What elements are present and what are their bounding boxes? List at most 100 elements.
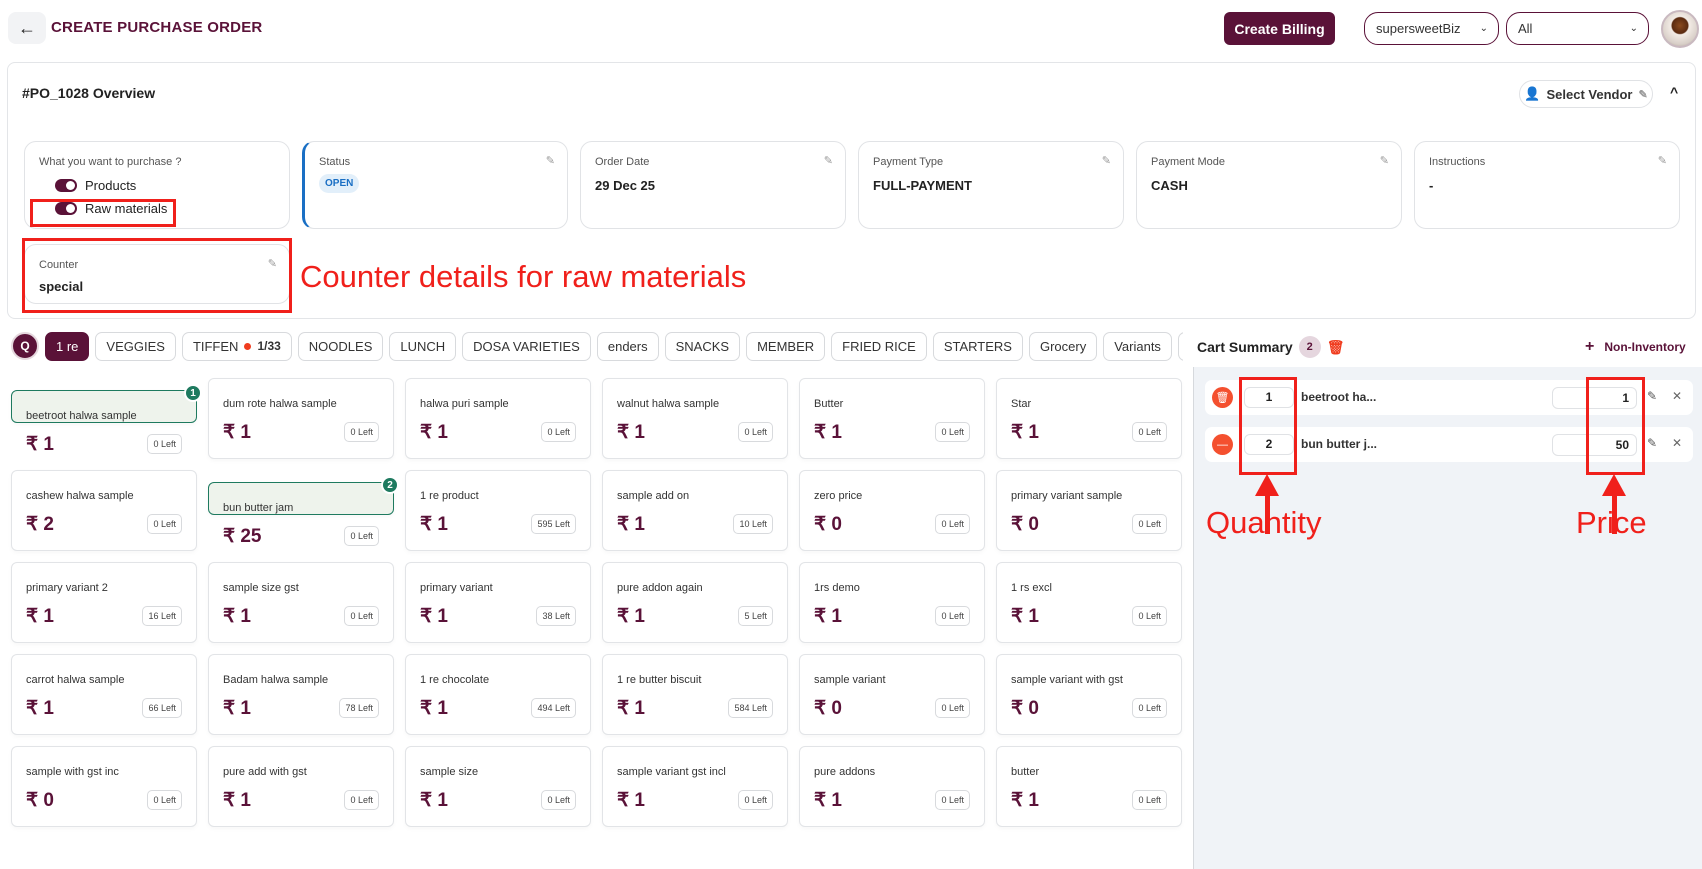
product-card[interactable]: primary variant 2 ₹ 1 16 Left	[11, 562, 197, 643]
annotation-quantity-text: Quantity	[1206, 505, 1322, 540]
category-chip[interactable]: Grocery	[1028, 331, 1098, 361]
product-card[interactable]: sample variant gst incl ₹ 1 0 Left	[602, 746, 788, 827]
edit-icon[interactable]: ✎	[1102, 154, 1111, 167]
stock-left-badge: 10 Left	[733, 514, 773, 534]
product-price: ₹ 1	[617, 606, 645, 627]
category-chip-tiffen[interactable]: TIFFEN 1/33	[181, 331, 292, 361]
product-card[interactable]: beetroot halwa sample ₹ 1 0 Left 1	[11, 384, 202, 455]
product-card[interactable]: Star ₹ 1 0 Left	[996, 378, 1182, 459]
instructions-card[interactable]: Instructions - ✎	[1414, 141, 1680, 229]
minus-icon[interactable]: —	[1212, 434, 1233, 455]
product-name: beetroot halwa sample	[26, 410, 137, 422]
category-chip[interactable]: NOODLES	[297, 331, 384, 361]
user-icon: 👤	[1524, 86, 1541, 101]
category-chip[interactable]: SNACKS	[664, 331, 741, 361]
toggle-products[interactable]: Products	[55, 178, 275, 193]
order-date-card[interactable]: Order Date 29 Dec 25 ✎	[580, 141, 846, 229]
annotation-box-price	[1586, 377, 1645, 475]
category-chip[interactable]: STARTERS	[932, 331, 1023, 361]
edit-icon[interactable]: ✎	[1380, 154, 1389, 167]
product-card[interactable]: carrot halwa sample ₹ 1 66 Left	[11, 654, 197, 735]
select-vendor-button[interactable]: 👤 Select Vendor ✎	[1519, 80, 1653, 108]
business-select[interactable]: supersweetBiz ⌄	[1364, 12, 1499, 45]
product-card[interactable]: 1 rs excl ₹ 1 0 Left	[996, 562, 1182, 643]
product-price: ₹ 1	[617, 514, 645, 535]
trash-icon[interactable]: 🗑	[1327, 339, 1345, 356]
stock-left-badge: 0 Left	[344, 606, 379, 626]
edit-icon[interactable]: ✎	[1647, 436, 1657, 450]
delete-icon[interactable]: 🗑	[1212, 387, 1233, 408]
product-card[interactable]: 1 re butter biscuit ₹ 1 584 Left	[602, 654, 788, 735]
product-card[interactable]: pure addons ₹ 1 0 Left	[799, 746, 985, 827]
close-icon[interactable]: ✕	[1672, 436, 1682, 450]
product-card[interactable]: 1 re product ₹ 1 595 Left	[405, 470, 591, 551]
edit-icon[interactable]: ✎	[1647, 389, 1657, 403]
product-price: ₹ 1	[814, 422, 842, 443]
product-card[interactable]: cashew halwa sample ₹ 2 0 Left	[11, 470, 197, 551]
product-card[interactable]: Badam halwa sample ₹ 1 78 Left	[208, 654, 394, 735]
payment-type-card[interactable]: Payment Type FULL-PAYMENT ✎	[858, 141, 1124, 229]
product-price: ₹ 1	[420, 790, 448, 811]
create-billing-button[interactable]: Create Billing	[1224, 12, 1335, 45]
back-button[interactable]: ←	[8, 12, 46, 44]
category-chip[interactable]: enders	[596, 331, 659, 361]
cart-qty-badge: 1	[184, 384, 202, 402]
avatar[interactable]	[1661, 10, 1699, 48]
product-card[interactable]: sample size ₹ 1 0 Left	[405, 746, 591, 827]
stock-left-badge: 0 Left	[935, 514, 970, 534]
product-card[interactable]: sample size gst ₹ 1 0 Left	[208, 562, 394, 643]
product-name: zero price	[814, 490, 863, 502]
add-non-inventory-button[interactable]: + Non-Inventory	[1585, 338, 1686, 356]
close-icon[interactable]: ✕	[1672, 389, 1682, 403]
product-price: ₹ 1	[814, 790, 842, 811]
category-chip[interactable]: m	[1177, 331, 1183, 361]
product-card[interactable]: zero price ₹ 0 0 Left	[799, 470, 985, 551]
product-card[interactable]: 1rs demo ₹ 1 0 Left	[799, 562, 985, 643]
product-price: ₹ 1	[1011, 790, 1039, 811]
category-chip[interactable]: MEMBER	[746, 331, 826, 361]
product-card[interactable]: pure addon again ₹ 1 5 Left	[602, 562, 788, 643]
stock-left-badge: 0 Left	[1132, 422, 1167, 442]
product-card[interactable]: halwa puri sample ₹ 1 0 Left	[405, 378, 591, 459]
category-chip[interactable]: VEGGIES	[95, 331, 176, 361]
product-card[interactable]: sample variant ₹ 0 0 Left	[799, 654, 985, 735]
product-card[interactable]: dum rote halwa sample ₹ 1 0 Left	[208, 378, 394, 459]
edit-icon[interactable]: ✎	[546, 154, 555, 167]
product-price: ₹ 1	[617, 422, 645, 443]
status-card[interactable]: Status OPEN ✎	[302, 141, 568, 229]
filter-select[interactable]: All ⌄	[1506, 12, 1649, 45]
product-price: ₹ 1	[26, 434, 54, 455]
search-icon[interactable]: Q	[11, 332, 39, 360]
product-card[interactable]: walnut halwa sample ₹ 1 0 Left	[602, 378, 788, 459]
product-name: sample with gst inc	[26, 766, 119, 778]
product-name: sample variant gst incl	[617, 766, 726, 778]
payment-mode-value: CASH	[1151, 178, 1188, 193]
stock-left-badge: 0 Left	[1132, 790, 1167, 810]
product-card[interactable]: sample variant with gst ₹ 0 0 Left	[996, 654, 1182, 735]
edit-icon[interactable]: ✎	[824, 154, 833, 167]
category-chip[interactable]: LUNCH	[389, 331, 457, 361]
product-card[interactable]: primary variant ₹ 1 38 Left	[405, 562, 591, 643]
chevron-up-icon[interactable]: ^	[1670, 84, 1678, 100]
edit-icon[interactable]: ✎	[1658, 154, 1667, 167]
product-card[interactable]: butter ₹ 1 0 Left	[996, 746, 1182, 827]
product-card[interactable]: Butter ₹ 1 0 Left	[799, 378, 985, 459]
product-name: bun butter jam	[223, 502, 294, 514]
stock-left-badge: 0 Left	[344, 526, 379, 546]
product-card[interactable]: 1 re chocolate ₹ 1 494 Left	[405, 654, 591, 735]
product-card[interactable]: sample add on ₹ 1 10 Left	[602, 470, 788, 551]
cart-item-name: beetroot ha...	[1301, 390, 1377, 404]
chip-count: 1/33	[257, 339, 281, 353]
product-card[interactable]: pure add with gst ₹ 1 0 Left	[208, 746, 394, 827]
category-chip[interactable]: FRIED RICE	[831, 331, 927, 361]
product-card[interactable]: bun butter jam ₹ 25 0 Left 2	[208, 476, 399, 547]
payment-mode-card[interactable]: Payment Mode CASH ✎	[1136, 141, 1402, 229]
product-card[interactable]: primary variant sample ₹ 0 0 Left	[996, 470, 1182, 551]
category-chip[interactable]: Variants	[1103, 331, 1172, 361]
product-name: sample variant with gst	[1011, 674, 1123, 686]
product-card[interactable]: sample with gst inc ₹ 0 0 Left	[11, 746, 197, 827]
category-chip[interactable]: 1 re	[45, 331, 90, 361]
category-chip[interactable]: DOSA VARIETIES	[462, 331, 591, 361]
product-price: ₹ 0	[1011, 698, 1039, 719]
stock-left-badge: 0 Left	[344, 422, 379, 442]
